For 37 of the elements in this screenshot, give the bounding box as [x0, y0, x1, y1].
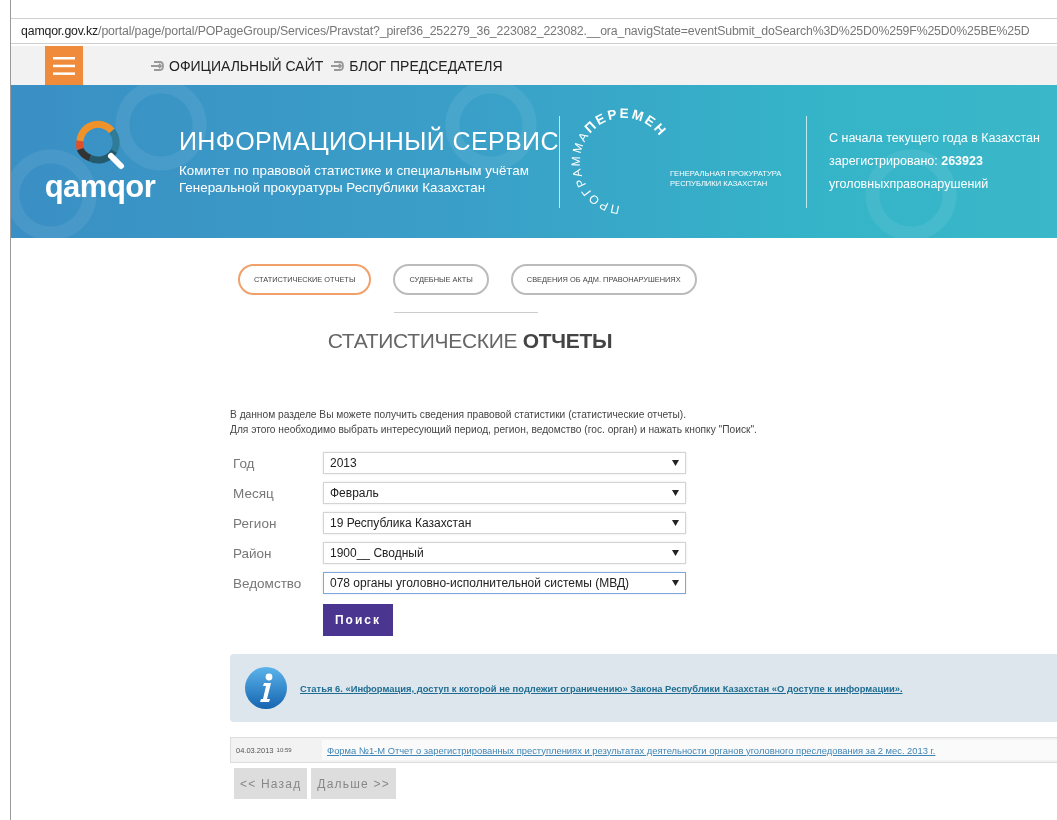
address-bar[interactable]: qamqor.gov.kz/portal/page/portal/POPageGroup/Services/Pravstat?_piref36_252279_36_223082_223082.__ora_navigState=eventSubmit_doSearch%3D%25D0%259F%25D0%25BE%25D: [11, 18, 1057, 44]
field-label: Регион: [233, 515, 278, 531]
arrow-icon: [331, 58, 346, 73]
site-subtitle: Комитет по правовой статистике и специальным учётам: [179, 162, 530, 179]
nav-link[interactable]: ОФИЦИАЛЬНЫЙ САЙТ: [151, 57, 324, 74]
law-link[interactable]: Статья 6. «Информация, доступ к которой не подлежит ограничению» Закона Республики Казахстан «О доступе к информации».: [300, 682, 903, 694]
intro-text: В данном разделе Вы можете получить сведения правовой статистики (статистические отчеты).: [230, 408, 688, 422]
dropdown[interactable]: 2013: [323, 452, 686, 474]
field-label: Год: [233, 455, 256, 471]
info-icon: [244, 666, 288, 710]
dropdown-arrow-icon: [672, 520, 679, 526]
field-label: Ведомство: [233, 575, 303, 591]
url-text: qamqor.gov.kz/portal/page/portal/POPageGroup/Services/Pravstat?_piref36_252279_36_223082_223082.__ora_navigState=eventSubmit_doSearch%3D%25D0%259F%25D0%25BE%25D: [21, 24, 1030, 38]
dropdown-arrow-icon: [672, 490, 679, 496]
page-heading: СТАТИСТИЧЕСКИЕ ОТЧЕТЫ: [326, 329, 614, 353]
magnifier-logo-icon: [74, 118, 126, 171]
dropdown[interactable]: 1900__ Сводный: [323, 542, 686, 564]
crime-counter-text: зарегистрировано: 263923: [829, 153, 984, 170]
menu-button[interactable]: [45, 46, 83, 85]
crime-counter-text: уголовныхправонарушений: [829, 176, 990, 193]
logo-text: qamqor: [44, 168, 156, 205]
search-button[interactable]: Поиск: [323, 604, 393, 636]
nav-link[interactable]: БЛОГ ПРЕДСЕДАТЕЛЯ: [331, 57, 503, 74]
menu-icon: [53, 55, 75, 76]
dropdown-arrow-icon: [672, 460, 679, 466]
dropdown[interactable]: 078 органы уголовно-исполнительной системы (МВД): [323, 572, 686, 594]
field-label: Месяц: [233, 485, 275, 501]
site-title: ИНФОРМАЦИОННЫЙ СЕРВИС: [179, 127, 559, 156]
dropdown-arrow-icon: [672, 580, 679, 586]
dropdown[interactable]: 19 Республика Казахстан: [323, 512, 686, 534]
dropdown[interactable]: Февраль: [323, 482, 686, 504]
crime-counter-text: С начала текущего года в Казахстан: [829, 130, 1040, 147]
field-label: Район: [233, 545, 273, 561]
site-subtitle: Генеральной прокуратуры Республики Казахстан: [179, 179, 487, 196]
intro-text: Для этого необходимо выбрать интересующий период, регион, ведомство (гос. орган) и нажать кнопку "Поиск".: [230, 423, 758, 437]
arrow-icon: [151, 58, 165, 73]
dropdown-arrow-icon: [672, 550, 679, 556]
